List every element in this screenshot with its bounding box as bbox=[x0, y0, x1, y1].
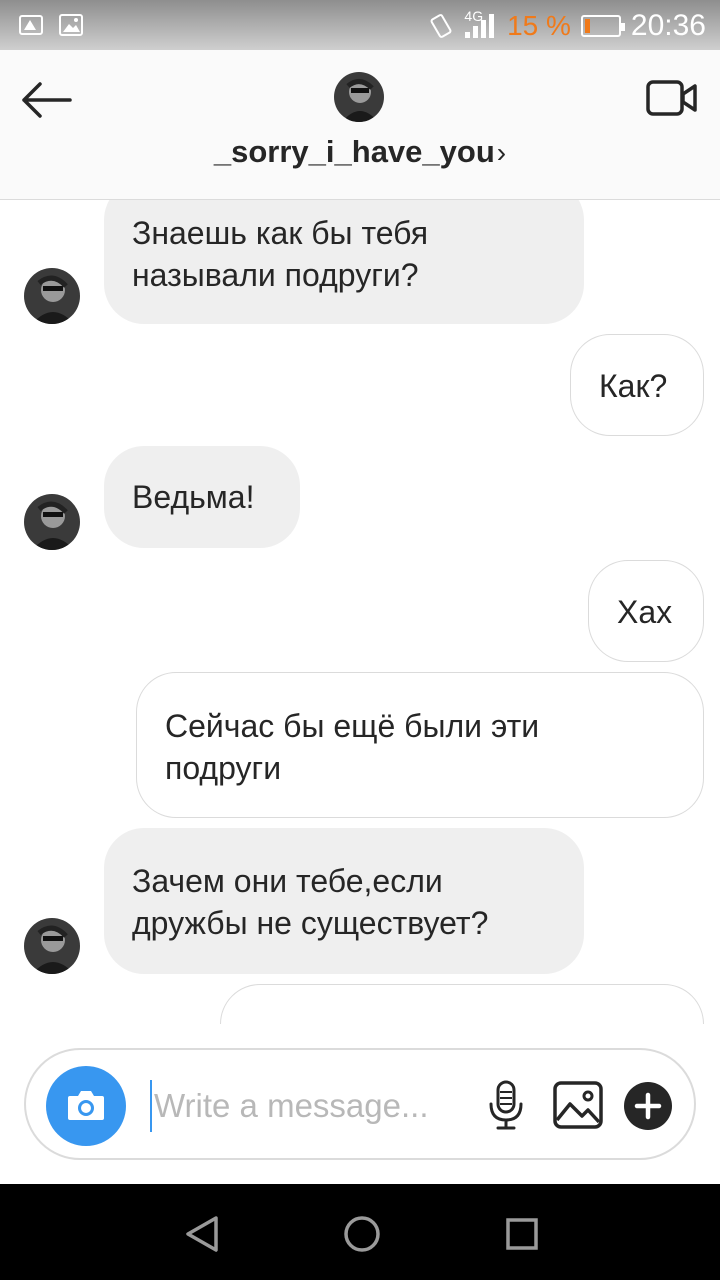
message-text: подруги bbox=[165, 750, 282, 786]
battery-percent: 15 % bbox=[507, 10, 571, 41]
battery-fill bbox=[584, 19, 590, 33]
message-text: Сейчас бы ещё были эти bbox=[165, 708, 540, 744]
nav-recents-icon[interactable] bbox=[500, 1212, 544, 1256]
gallery-icon[interactable] bbox=[552, 1080, 604, 1130]
message-text: называли подруги? bbox=[132, 257, 419, 293]
message-text: Хах bbox=[617, 594, 673, 630]
camera-icon bbox=[68, 1091, 104, 1120]
message-bubble-outgoing[interactable]: Как? bbox=[570, 334, 704, 436]
sender-avatar[interactable] bbox=[24, 268, 80, 324]
message-text: дружбы не существует? bbox=[132, 905, 489, 941]
sender-avatar[interactable] bbox=[24, 494, 80, 550]
chevron-right-icon: › bbox=[496, 137, 507, 168]
vibrate-icon bbox=[430, 14, 452, 38]
profile-avatar[interactable] bbox=[334, 72, 384, 122]
nav-home-icon[interactable] bbox=[340, 1212, 384, 1256]
message-bubble-outgoing[interactable]: Хах bbox=[588, 560, 704, 662]
nav-back-icon[interactable] bbox=[180, 1212, 224, 1256]
plus-icon bbox=[634, 1092, 662, 1120]
system-nav-bar bbox=[0, 1184, 720, 1280]
status-time: 20:36 bbox=[630, 9, 706, 42]
username-text: _sorry_i_have_you bbox=[213, 134, 495, 169]
message-bubble-incoming[interactable]: Зачем они тебе,если дружбы не существует… bbox=[104, 828, 584, 974]
back-arrow-icon[interactable] bbox=[20, 80, 74, 120]
battery-icon bbox=[580, 15, 625, 37]
sender-avatar[interactable] bbox=[24, 918, 80, 974]
image-notification-icon bbox=[59, 14, 83, 36]
message-text: Ведьма! bbox=[132, 479, 255, 515]
plus-button[interactable] bbox=[624, 1082, 672, 1130]
message-bubble-outgoing[interactable]: Сейчас бы ещё были эти подруги bbox=[136, 672, 704, 818]
camera-button[interactable] bbox=[46, 1066, 126, 1146]
microphone-icon[interactable] bbox=[486, 1080, 526, 1132]
message-text: Знаешь как бы тебя bbox=[132, 215, 429, 251]
status-bar: 4G 15 % 20:36 bbox=[0, 0, 720, 50]
message-text: Зачем они тебе,если bbox=[132, 863, 443, 899]
network-type: 4G bbox=[464, 8, 484, 24]
message-bubble-incoming[interactable]: Знаешь как бы тебя называли подруги? bbox=[104, 200, 584, 324]
notification-icon bbox=[19, 15, 43, 35]
message-composer bbox=[24, 1048, 696, 1160]
message-text: Как? bbox=[599, 368, 668, 404]
video-call-icon[interactable] bbox=[646, 78, 698, 118]
message-bubble-incoming[interactable]: Ведьма! bbox=[104, 446, 300, 548]
message-list[interactable]: Знаешь как бы тебя называли подруги? Как… bbox=[0, 200, 720, 1024]
chat-username[interactable]: _sorry_i_have_you› bbox=[0, 134, 720, 170]
message-input[interactable] bbox=[150, 1080, 470, 1132]
message-bubble-outgoing-partial[interactable] bbox=[220, 984, 704, 1024]
chat-header: _sorry_i_have_you› bbox=[0, 50, 720, 200]
